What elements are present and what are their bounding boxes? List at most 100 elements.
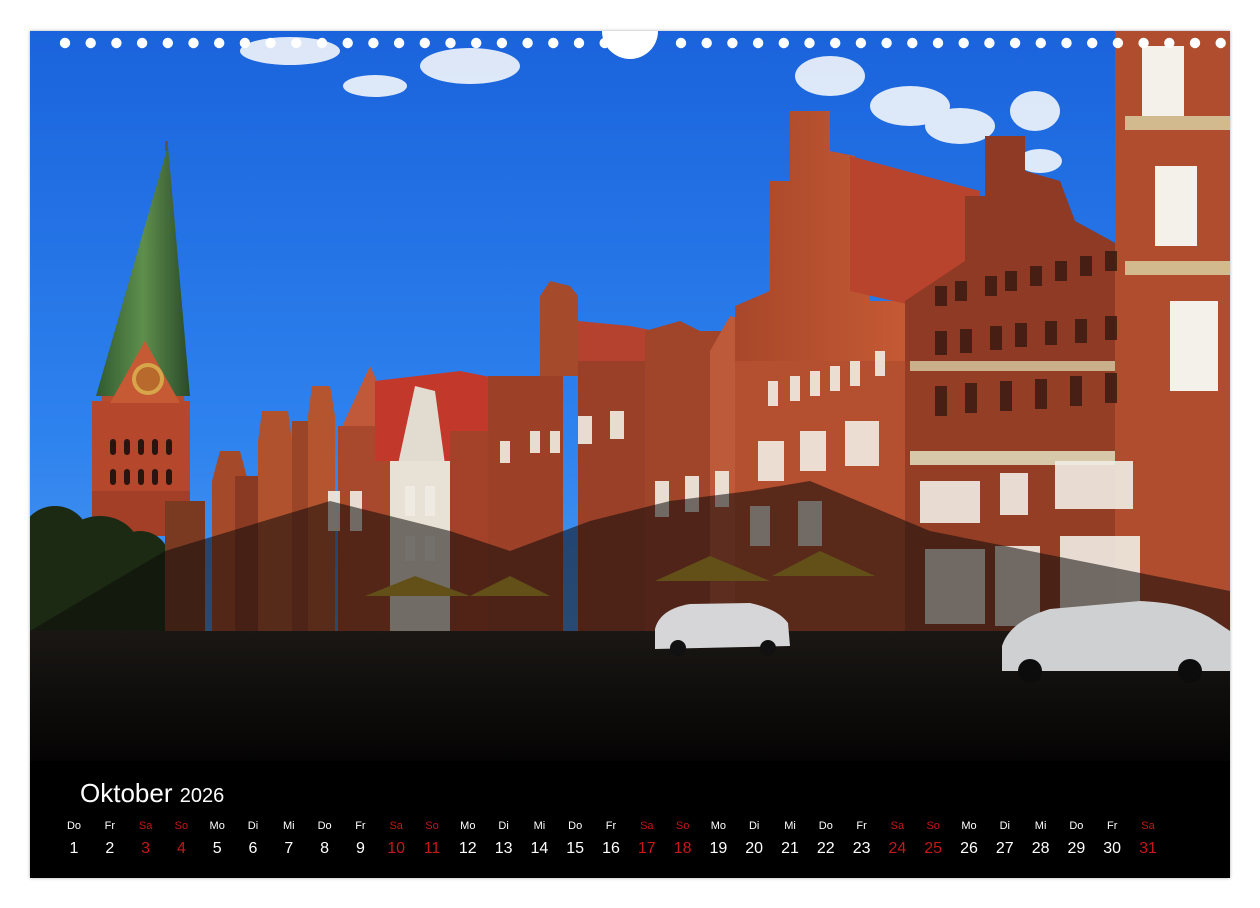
binding-hole [214, 37, 225, 49]
binding-hole [727, 37, 738, 49]
binding-hole [162, 37, 173, 49]
townscape-photo [30, 31, 1230, 761]
day-name: Fr [104, 820, 115, 832]
month-title: Oktober 2026 [80, 778, 224, 809]
binding-hole [881, 37, 892, 49]
day-name: Do [818, 820, 833, 832]
day-number: 5 [212, 840, 222, 857]
binding-hole [958, 37, 969, 49]
binding-holes [59, 31, 1226, 59]
binding-hole [342, 37, 353, 49]
binding-hole [675, 37, 687, 49]
day-name: Mo [209, 820, 225, 832]
calendar-strip: Oktober 2026 Do 1 Fr 2 Sa 3 So 4 Mo 5 Di 6 Mi 7 Do 8 Fr 9… [30, 764, 1230, 878]
day-name: Sa [389, 820, 403, 832]
day-name: Fr [605, 820, 617, 832]
day-number: 8 [320, 840, 330, 857]
day-name: Mo [710, 820, 727, 832]
binding-hole [573, 37, 585, 49]
hanger-notch [602, 31, 658, 59]
calendar-page [30, 31, 1230, 878]
day-number: 17 [637, 840, 656, 857]
day-name: So [425, 820, 439, 832]
binding-hole [1009, 37, 1021, 49]
binding-hole [136, 37, 148, 49]
binding-hole [548, 37, 559, 49]
binding-hole [188, 37, 199, 49]
day-number: 7 [284, 840, 294, 857]
binding-hole [932, 37, 944, 49]
day-number: 21 [781, 840, 799, 857]
binding-hole [291, 37, 302, 49]
binding-hole [496, 37, 508, 49]
day-number: 30 [1103, 840, 1122, 857]
binding-hole [855, 37, 867, 49]
day-name: Mo [460, 820, 476, 832]
binding-hole [1215, 37, 1226, 49]
binding-hole [419, 37, 430, 49]
day-number: 3 [141, 840, 151, 857]
day-name: Sa [138, 820, 153, 832]
day-name: So [675, 820, 690, 832]
day-name: Sa [890, 820, 905, 832]
binding-hole [85, 37, 96, 49]
day-number: 26 [960, 840, 978, 857]
day-name: Do [568, 820, 583, 832]
binding-hole [111, 37, 122, 49]
binding-hole [1138, 37, 1149, 49]
binding-hole [1164, 37, 1175, 49]
day-name: Mi [784, 820, 796, 832]
day-number: 15 [566, 840, 585, 857]
binding-hole [701, 37, 712, 49]
binding-hole [984, 37, 995, 49]
binding-hole [830, 37, 841, 49]
day-number: 16 [602, 840, 620, 857]
day-number: 31 [1139, 840, 1157, 857]
day-name: Fr [1106, 820, 1118, 832]
day-number: 14 [530, 840, 549, 857]
day-name: Do [1069, 820, 1084, 832]
binding-hole [778, 37, 789, 49]
day-name: Di [999, 820, 1010, 832]
binding-hole [445, 37, 456, 49]
day-name: Mi [1034, 820, 1047, 832]
day-name: So [926, 820, 940, 832]
day-number: 4 [176, 840, 186, 857]
day-number: 20 [745, 840, 764, 857]
binding-hole [804, 37, 815, 49]
day-name: Di [748, 820, 760, 832]
binding-hole [1112, 37, 1124, 49]
binding-hole [1035, 37, 1046, 49]
month-name: Oktober [80, 778, 173, 808]
day-number: 25 [924, 840, 943, 857]
day-number: 6 [248, 840, 258, 857]
day-number: 23 [852, 840, 871, 857]
day-number: 18 [673, 840, 692, 857]
day-number: 2 [105, 840, 115, 857]
day-name: Mi [533, 820, 546, 832]
binding-hole [471, 37, 482, 49]
day-number: 10 [387, 840, 406, 857]
day-number: 11 [423, 840, 441, 857]
binding-hole [752, 37, 764, 49]
day-name: Di [498, 820, 509, 832]
month-year: 2026 [179, 785, 225, 807]
binding-hole [59, 37, 71, 49]
day-number: 29 [1067, 840, 1086, 857]
day-name: Fr [355, 820, 366, 832]
day-name: Mi [282, 820, 295, 832]
binding-hole [1061, 37, 1072, 49]
binding-hole [907, 37, 918, 49]
binding-hole [265, 37, 276, 49]
day-number: 22 [816, 840, 835, 857]
day-name: Sa [1141, 820, 1155, 832]
day-name: Fr [856, 820, 867, 832]
day-name: So [174, 820, 189, 832]
binding-hole [1087, 37, 1098, 49]
binding-hole [368, 37, 379, 49]
day-number: 9 [355, 840, 365, 857]
day-name: Sa [640, 820, 654, 832]
binding-hole [393, 37, 405, 49]
day-number: 13 [494, 840, 513, 857]
binding-hole [316, 37, 328, 49]
